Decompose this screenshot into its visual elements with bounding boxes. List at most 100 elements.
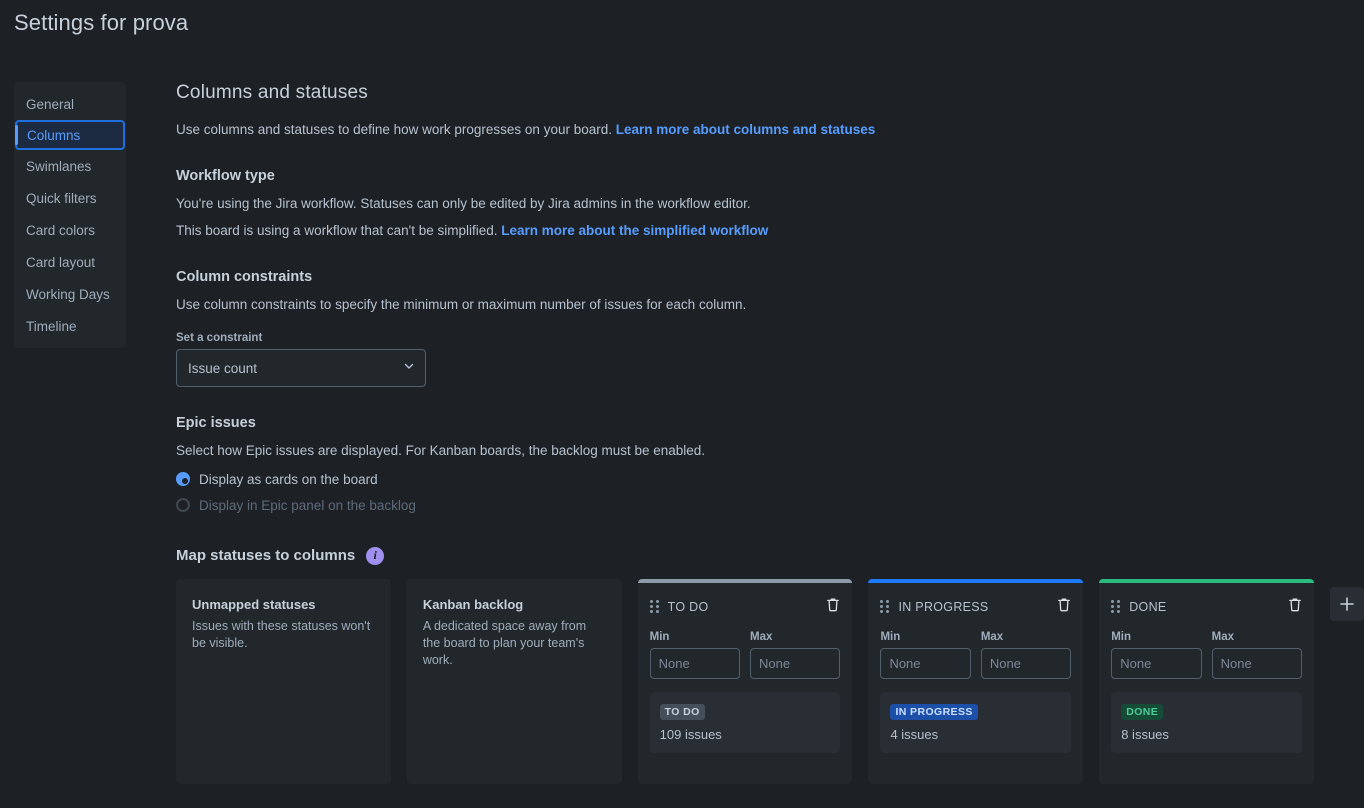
status-item[interactable]: IN PROGRESS 4 issues — [880, 691, 1072, 753]
status-item[interactable]: TO DO 109 issues — [649, 691, 841, 753]
status-issue-count: 4 issues — [890, 726, 939, 742]
max-input[interactable] — [750, 647, 841, 679]
max-field-group: Max — [980, 630, 1072, 679]
plus-icon — [1340, 597, 1354, 611]
section-heading-workflow-type: Workflow type — [176, 167, 275, 184]
settings-sidebar: General Columns Swimlanes Quick filters Card… — [14, 82, 126, 348]
radio-button-icon — [176, 498, 190, 513]
sidebar-item-label: Timeline — [26, 318, 77, 334]
sidebar-item-quick-filters[interactable]: Quick filters — [14, 182, 126, 214]
columns-intro-paragraph: Use columns and statuses to define how w… — [176, 120, 1364, 140]
columns-intro-text: Use columns and statuses to define how w… — [176, 122, 616, 137]
max-field-group: Max — [750, 630, 841, 679]
max-label: Max — [980, 630, 1004, 643]
min-label: Min — [649, 630, 670, 643]
sidebar-item-timeline[interactable]: Timeline — [14, 310, 126, 342]
radio-button-icon[interactable] — [176, 472, 190, 487]
sidebar-item-label: Card colors — [26, 222, 96, 238]
column-title: IN PROGRESS — [898, 599, 989, 614]
min-label: Min — [880, 630, 901, 643]
workflow-description-line1: You're using the Jira workflow. Statuses… — [176, 195, 751, 211]
static-column-title: Unmapped statuses — [192, 596, 316, 612]
column-constraints-inputs: Min Max — [880, 630, 1072, 679]
column-constraints-inputs: Min Max — [649, 630, 841, 679]
sidebar-item-swimlanes[interactable]: Swimlanes — [14, 150, 126, 182]
min-input[interactable] — [880, 647, 971, 679]
settings-layout: General Columns Swimlanes Quick filters Card… — [0, 36, 1364, 784]
max-input[interactable] — [980, 647, 1072, 679]
static-column-unmapped-statuses: Unmapped statuses Issues with these statu… — [176, 578, 391, 784]
set-a-constraint-label: Set a constraint — [176, 332, 263, 345]
board-column-to-do[interactable]: TO DO Min Max TO DO 109 issues — [637, 578, 853, 784]
sidebar-item-label: Card layout — [26, 254, 96, 270]
min-field-group: Min — [1111, 630, 1202, 679]
sidebar-item-working-days[interactable]: Working Days — [14, 278, 126, 310]
map-statuses-header: Map statuses to columns i — [176, 546, 1364, 565]
learn-more-columns-statuses-link[interactable]: Learn more about columns and statuses — [616, 122, 876, 137]
min-field-group: Min — [880, 630, 971, 679]
status-issue-count: 109 issues — [659, 726, 722, 742]
epic-issues-description: Select how Epic issues are displayed. Fo… — [176, 443, 706, 459]
add-column-button[interactable] — [1330, 586, 1364, 621]
static-column-title: Kanban backlog — [422, 596, 524, 612]
learn-more-simplified-workflow-link[interactable]: Learn more about the simplified workflow — [501, 223, 768, 238]
sidebar-item-label: Quick filters — [26, 190, 97, 206]
sidebar-item-label: Working Days — [26, 286, 110, 302]
page-title: Settings for prova — [14, 10, 189, 35]
status-item[interactable]: DONE 8 issues — [1111, 691, 1302, 753]
sidebar-item-label: General — [26, 96, 75, 112]
min-input[interactable] — [649, 647, 741, 679]
column-header: IN PROGRESS — [880, 597, 1071, 617]
epic-radio-option-1: Display in Epic panel on the backlog — [176, 498, 1364, 513]
sidebar-item-label: Swimlanes — [26, 158, 92, 174]
epic-issues-radio-group: Display as cards on the board Display in … — [176, 472, 1364, 513]
epic-radio-option-0[interactable]: Display as cards on the board — [176, 472, 1364, 487]
sidebar-item-general[interactable]: General — [14, 88, 126, 120]
sidebar-item-columns[interactable]: Columns — [15, 120, 125, 150]
status-badge: DONE — [1121, 703, 1164, 720]
trash-icon[interactable] — [1288, 597, 1302, 617]
column-constraints-inputs: Min Max — [1111, 631, 1302, 679]
column-constraints-description: Use column constraints to specify the mi… — [176, 296, 747, 312]
info-icon[interactable]: i — [366, 546, 385, 565]
section-heading-columns-and-statuses: Columns and statuses — [176, 82, 368, 103]
workflow-line2-text: This board is using a workflow that can'… — [176, 223, 502, 239]
sidebar-item-card-colors[interactable]: Card colors — [14, 214, 126, 246]
section-heading-epic-issues: Epic issues — [176, 415, 256, 432]
constraint-select-wrapper: Issue count — [176, 349, 426, 388]
sidebar-item-card-layout[interactable]: Card layout — [14, 246, 126, 278]
trash-icon[interactable] — [826, 597, 840, 617]
section-heading-map-statuses: Map statuses to columns — [176, 547, 356, 565]
max-label: Max — [750, 630, 773, 643]
max-input[interactable] — [1211, 647, 1302, 679]
constraint-select[interactable]: Issue count — [176, 349, 426, 388]
drag-handle-icon[interactable] — [1111, 600, 1121, 614]
trash-icon[interactable] — [1057, 597, 1071, 617]
static-column-kanban-backlog: Kanban backlog A dedicated space away fro… — [406, 578, 622, 784]
column-title: DONE — [1129, 599, 1167, 614]
workflow-description-line2: This board is using a workflow that can'… — [176, 221, 1364, 241]
section-heading-column-constraints: Column constraints — [176, 268, 313, 285]
static-column-description: A dedicated space away from the board to… — [422, 618, 587, 667]
drag-handle-icon[interactable] — [649, 600, 659, 614]
board-column-in-progress[interactable]: IN PROGRESS Min Max IN PROGRESS 4 issues — [868, 578, 1084, 784]
epic-radio-label: Display in Epic panel on the backlog — [199, 497, 416, 513]
column-title: TO DO — [667, 599, 709, 614]
drag-handle-icon[interactable] — [880, 600, 890, 614]
board-column-done[interactable]: DONE Min Max DONE 8 issues — [1099, 578, 1314, 784]
min-field-group: Min — [649, 630, 741, 679]
sidebar-item-label: Columns — [27, 127, 81, 143]
min-input[interactable] — [1111, 647, 1202, 679]
status-badge: IN PROGRESS — [890, 703, 978, 720]
status-badge: TO DO — [659, 703, 705, 720]
min-label: Min — [1111, 630, 1132, 643]
settings-main-content: Columns and statuses Use columns and sta… — [176, 82, 1364, 784]
column-header: DONE — [1111, 597, 1302, 617]
static-column-description: Issues with these statuses won't be visi… — [192, 618, 371, 650]
max-label: Max — [1211, 630, 1234, 643]
epic-radio-label: Display as cards on the board — [199, 471, 378, 487]
status-issue-count: 8 issues — [1121, 726, 1169, 742]
columns-container: Unmapped statuses Issues with these statu… — [176, 578, 1364, 784]
column-header: TO DO — [649, 597, 841, 617]
max-field-group: Max — [1211, 630, 1302, 679]
